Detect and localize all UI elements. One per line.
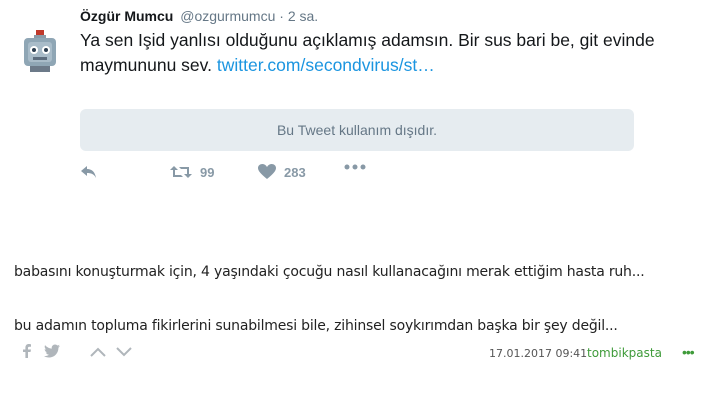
retweet-icon xyxy=(170,164,192,180)
downvote-icon[interactable] xyxy=(116,344,132,360)
entry-author[interactable]: tombikpasta xyxy=(587,346,662,360)
like-count: 283 xyxy=(284,164,306,180)
entry-date[interactable]: 17.01.2017 09:41 xyxy=(489,347,587,360)
tweet-text: Ya sen Işid yanlısı olduğunu açıklamış a… xyxy=(80,28,660,78)
separator: · xyxy=(279,8,284,24)
more-button[interactable] xyxy=(344,164,366,170)
embedded-tweet: Özgür Mumcu @ozgurmumcu · 2 sa. Ya sen I… xyxy=(0,0,720,210)
tweet-actions: 99 283 xyxy=(80,164,400,186)
facebook-icon[interactable] xyxy=(22,344,32,361)
withheld-notice: Bu Tweet kullanım dışıdır. xyxy=(276,122,438,138)
like-button[interactable]: 283 xyxy=(258,164,306,180)
tweet-link[interactable]: twitter.com/secondvirus/st… xyxy=(217,55,435,75)
retweet-count: 99 xyxy=(200,164,215,180)
entry-footer: 17.01.2017 09:41 tombikpasta ••• xyxy=(0,344,720,364)
tweet-time[interactable]: 2 sa. xyxy=(288,8,318,24)
reply-button[interactable] xyxy=(80,164,98,180)
twitter-icon[interactable] xyxy=(44,344,60,361)
author-name[interactable]: Özgür Mumcu xyxy=(80,8,173,24)
retweet-button[interactable]: 99 xyxy=(170,164,214,180)
entry-more-icon[interactable]: ••• xyxy=(682,344,695,360)
withheld-tweet-box: Bu Tweet kullanım dışıdır. xyxy=(80,109,634,151)
entry-text-line: bu adamın topluma fikirlerini sunabilmes… xyxy=(14,318,618,334)
more-icon xyxy=(344,164,366,170)
tweet-header: Özgür Mumcu @ozgurmumcu · 2 sa. xyxy=(80,8,318,24)
entry-text-line: babasını konuşturmak için, 4 yaşındaki ç… xyxy=(14,264,645,280)
upvote-icon[interactable] xyxy=(90,344,106,360)
heart-icon xyxy=(258,164,276,180)
robot-avatar[interactable] xyxy=(22,30,58,74)
author-handle[interactable]: @ozgurmumcu xyxy=(180,8,275,24)
reply-icon xyxy=(80,164,98,180)
